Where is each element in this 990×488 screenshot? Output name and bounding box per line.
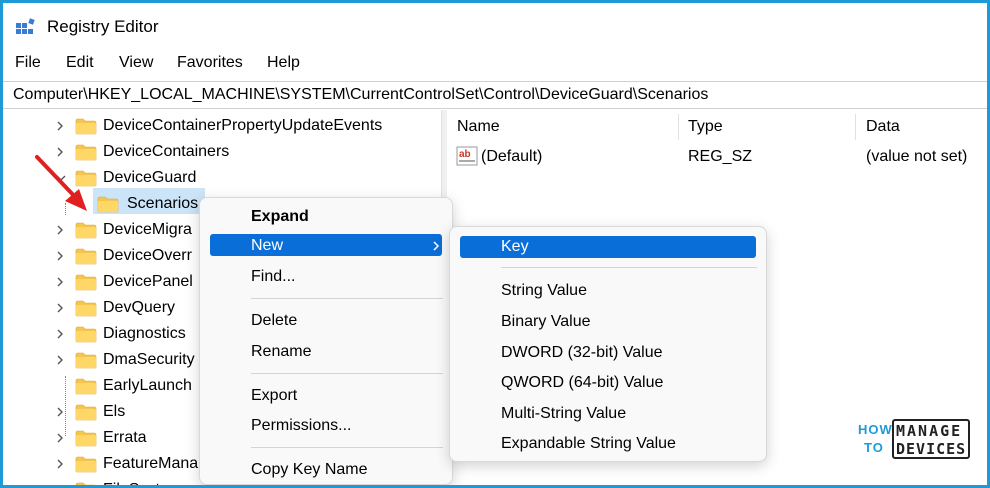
folder-icon: [75, 404, 97, 421]
menu-item-rename[interactable]: Rename: [251, 343, 311, 361]
menu-item-find[interactable]: Find...: [251, 268, 295, 286]
tree-item-label: DeviceMigra: [103, 221, 192, 238]
svg-text:ab: ab: [459, 149, 471, 160]
folder-icon: [75, 274, 97, 291]
chevron-right-icon[interactable]: [55, 432, 65, 444]
menu-item-delete[interactable]: Delete: [251, 312, 297, 330]
menu-item-new[interactable]: New: [251, 237, 283, 255]
tree-item-label: Scenarios: [127, 195, 199, 212]
folder-icon: [75, 222, 97, 239]
logo-text-devices: DEVICES: [896, 440, 967, 458]
column-header-type[interactable]: Type: [688, 118, 723, 136]
folder-icon: [75, 378, 97, 395]
tree-item-label: DeviceGuard: [103, 169, 197, 186]
folder-icon: [75, 430, 97, 447]
address-bar[interactable]: Computer\HKEY_LOCAL_MACHINE\SYSTEM\Curre…: [3, 81, 987, 109]
logo-text-to: TO: [864, 440, 884, 455]
tree-item-label: Els: [103, 403, 126, 420]
value-data: (value not set): [866, 148, 968, 165]
tree-item[interactable]: DeviceContainerPropertyUpdateEvents: [3, 113, 441, 139]
context-menu: Expand New Find... Delete Rename Export …: [199, 197, 453, 485]
chevron-right-icon[interactable]: [55, 484, 65, 485]
submenu-item-qword-value[interactable]: QWORD (64-bit) Value: [501, 374, 663, 392]
column-divider[interactable]: [855, 114, 856, 140]
folder-icon: [75, 352, 97, 369]
menu-item-expand[interactable]: Expand: [251, 208, 309, 226]
folder-icon: [75, 300, 97, 317]
tree-item-label: EarlyLaunch: [103, 377, 192, 394]
value-name[interactable]: (Default): [481, 148, 542, 166]
menu-view[interactable]: View: [119, 54, 153, 72]
folder-icon: [75, 248, 97, 265]
logo-text-how: HOW: [858, 422, 893, 437]
tree-item-label: DeviceContainerPropertyUpdateEvents: [103, 117, 383, 134]
menu-item-copy-key-name[interactable]: Copy Key Name: [251, 461, 368, 479]
menu-separator: [501, 267, 757, 268]
tree-item-label: FeatureMana: [103, 455, 199, 472]
column-header-name[interactable]: Name: [457, 118, 500, 136]
submenu-item-string-value[interactable]: String Value: [501, 282, 587, 300]
chevron-right-icon[interactable]: [55, 250, 65, 262]
annotation-arrow: [35, 155, 87, 211]
tree-item-label: Errata: [103, 429, 147, 446]
chevron-right-icon[interactable]: [55, 328, 65, 340]
chevron-right-icon[interactable]: [55, 406, 65, 418]
tree-item-label: DevicePanel: [103, 273, 193, 290]
menu-item-new-highlight[interactable]: [210, 234, 442, 256]
submenu-item-key[interactable]: Key: [501, 238, 529, 256]
menu-item-export[interactable]: Export: [251, 387, 297, 405]
chevron-right-icon[interactable]: [55, 302, 65, 314]
folder-icon: [75, 482, 97, 485]
registry-editor-icon: [16, 18, 35, 34]
chevron-right-icon[interactable]: [55, 354, 65, 366]
chevron-right-icon[interactable]: [55, 276, 65, 288]
menu-help[interactable]: Help: [267, 54, 300, 72]
string-value-icon: ab: [456, 146, 478, 166]
registry-editor-window: Registry Editor File Edit View Favorites…: [0, 0, 990, 488]
menu-bar: File Edit View Favorites Help: [3, 49, 987, 79]
folder-icon: [75, 456, 97, 473]
menu-item-permissions[interactable]: Permissions...: [251, 417, 351, 435]
chevron-right-icon[interactable]: [55, 458, 65, 470]
column-header-data[interactable]: Data: [866, 118, 900, 136]
new-submenu: Key String Value Binary Value DWORD (32-…: [449, 226, 767, 462]
folder-icon: [75, 326, 97, 343]
chevron-right-icon[interactable]: [55, 120, 65, 132]
tree-item-label: DeviceContainers: [103, 143, 230, 160]
submenu-item-multi-string-value[interactable]: Multi-String Value: [501, 405, 626, 423]
chevron-right-icon: [433, 241, 440, 251]
howto-manage-devices-logo: HOW TO MANAGE DEVICES: [858, 418, 973, 462]
title-bar: Registry Editor: [3, 3, 987, 49]
submenu-item-dword-value[interactable]: DWORD (32-bit) Value: [501, 344, 663, 362]
menu-separator: [251, 298, 443, 299]
tree-item-label: DeviceOverr: [103, 247, 192, 264]
menu-favorites[interactable]: Favorites: [177, 54, 243, 72]
column-divider[interactable]: [678, 114, 679, 140]
folder-icon: [97, 196, 119, 213]
submenu-item-expandable-string-value[interactable]: Expandable String Value: [501, 435, 676, 453]
value-type: REG_SZ: [688, 148, 753, 165]
submenu-item-binary-value[interactable]: Binary Value: [501, 313, 591, 331]
tree-item-label: Diagnostics: [103, 325, 186, 342]
menu-file[interactable]: File: [15, 54, 41, 72]
logo-text-manage: MANAGE: [896, 422, 963, 440]
window-title: Registry Editor: [47, 17, 159, 36]
menu-separator: [251, 447, 443, 448]
tree-item-label: FileSystem: [103, 477, 182, 485]
menu-edit[interactable]: Edit: [66, 54, 94, 72]
tree-item-label: DevQuery: [103, 299, 176, 316]
chevron-right-icon[interactable]: [55, 224, 65, 236]
folder-icon: [75, 118, 97, 135]
tree-item-label: DmaSecurity: [103, 351, 195, 368]
menu-separator: [251, 373, 443, 374]
